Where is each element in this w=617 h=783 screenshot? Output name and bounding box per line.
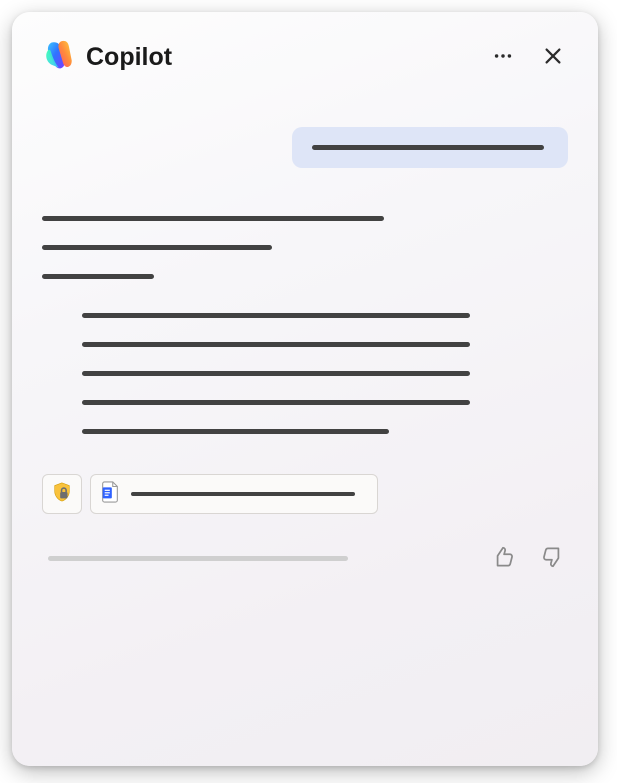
copilot-panel: Copilot [12,12,598,766]
reply-line [82,429,389,434]
user-message-bubble [292,127,568,168]
copilot-logo-icon [42,38,76,77]
header: Copilot [42,38,568,77]
more-options-button[interactable] [488,41,518,74]
reply-line [42,274,154,279]
reply-line [42,245,272,250]
like-button[interactable] [488,542,518,575]
thumbs-down-icon [540,544,566,573]
chat-area [42,127,568,746]
reply-line [82,400,470,405]
close-icon [542,45,564,70]
user-message-text [312,145,544,150]
assistant-reply-intro [42,216,568,279]
dislike-button[interactable] [538,542,568,575]
reply-line [82,342,470,347]
close-button[interactable] [538,41,568,74]
assistant-reply-body [82,313,568,434]
reference-chip[interactable] [90,474,378,514]
reference-label [131,492,355,496]
shield-lock-icon [51,481,73,508]
ellipsis-icon [492,45,514,70]
reference-chip-row [42,474,568,514]
reply-line [82,313,470,318]
thumbs-up-icon [490,544,516,573]
footer-text [48,556,348,561]
sensitivity-chip[interactable] [42,474,82,514]
document-icon [99,480,121,509]
brand: Copilot [42,38,172,77]
response-footer [42,542,568,575]
reply-line [82,371,470,376]
reply-line [42,216,384,221]
feedback-actions [488,542,568,575]
header-actions [488,41,568,74]
brand-title: Copilot [86,43,172,72]
